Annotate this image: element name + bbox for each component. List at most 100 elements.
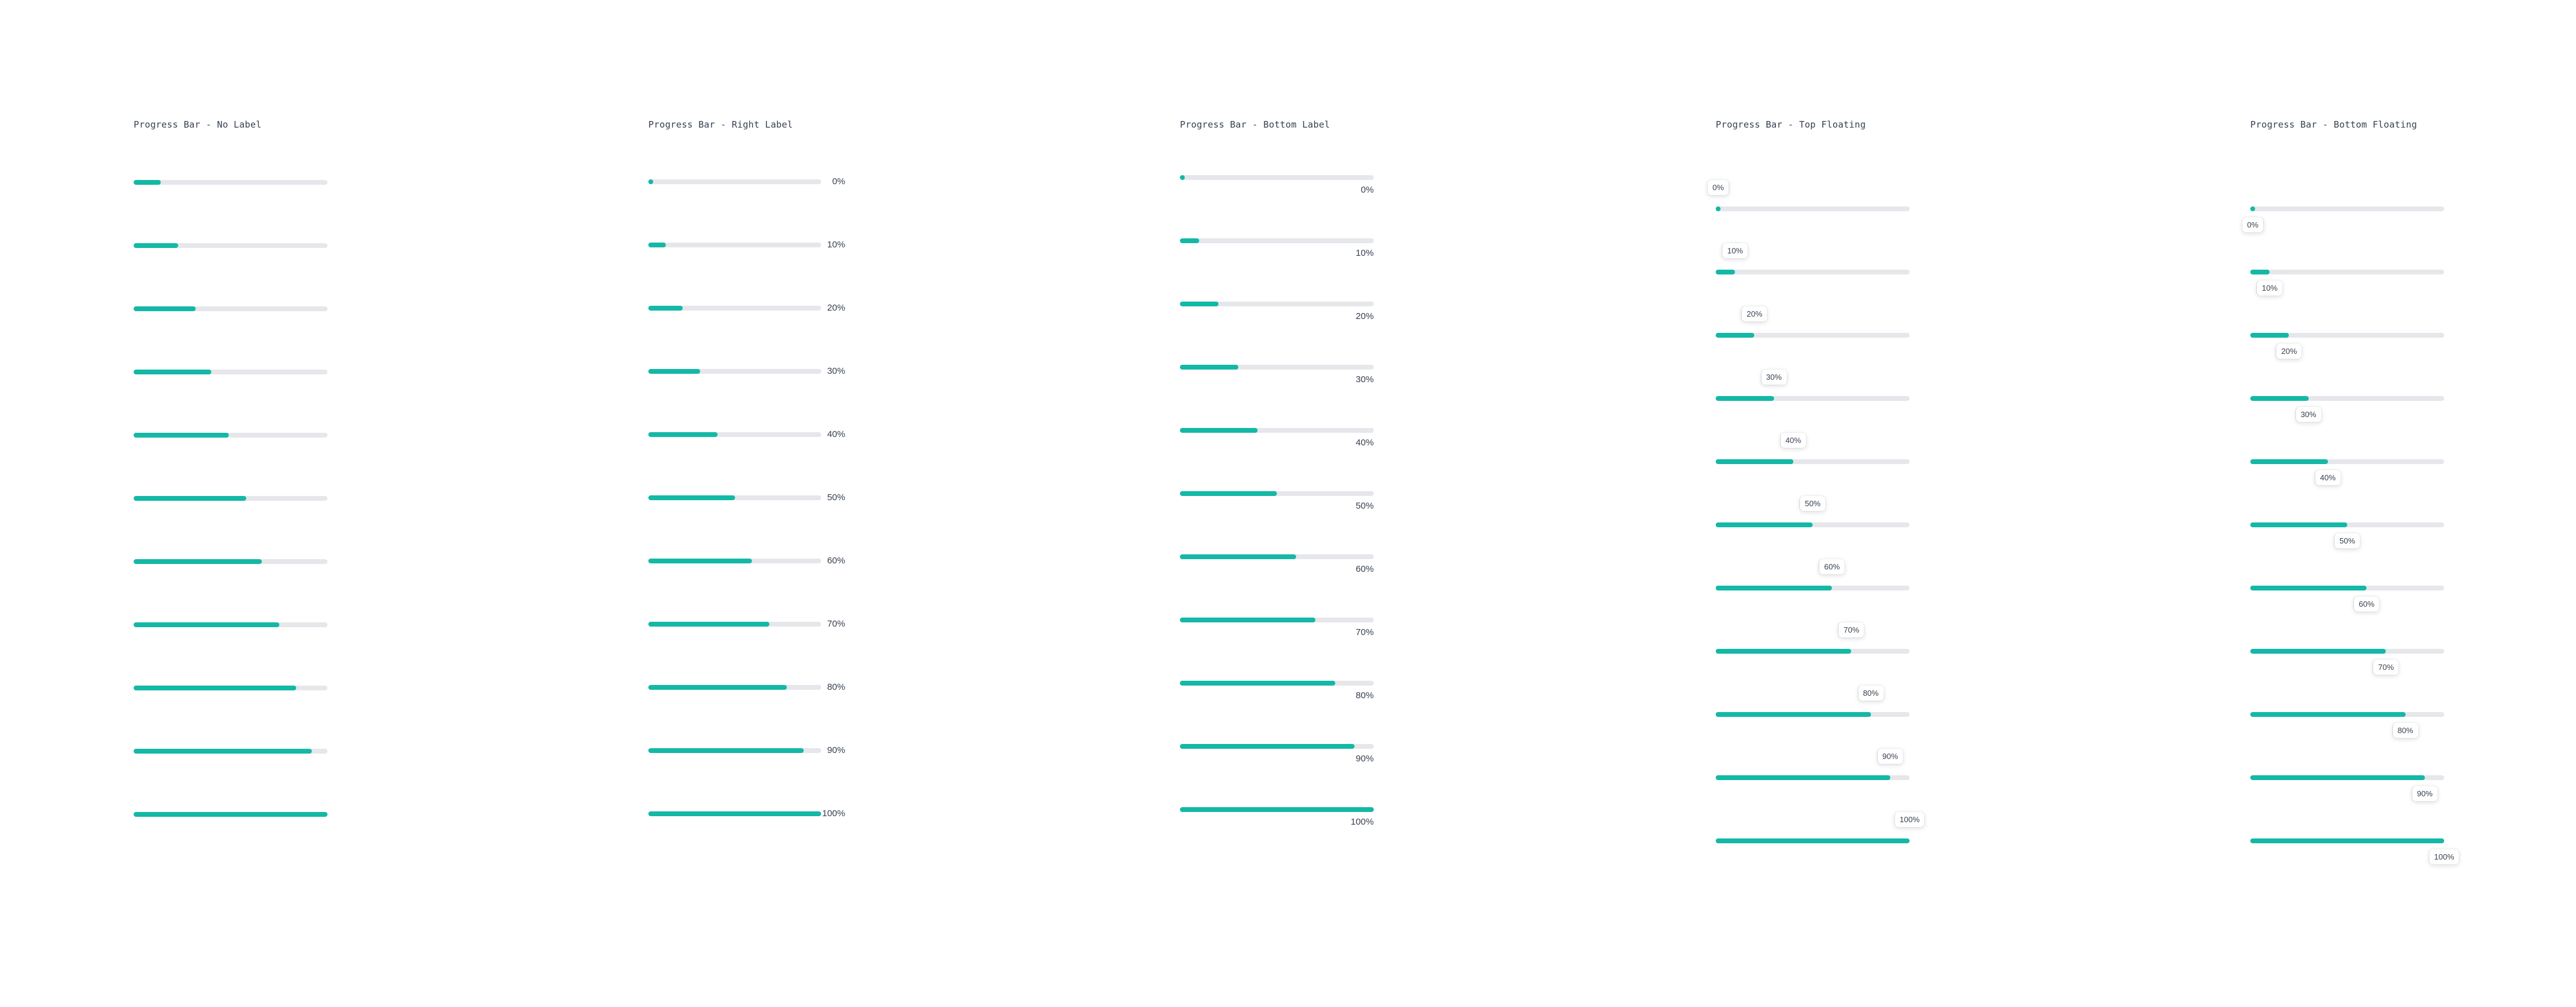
progress-track	[1180, 302, 1374, 306]
progress-track	[1180, 491, 1374, 496]
progress-fill	[1180, 238, 1200, 243]
progress-track	[134, 686, 327, 690]
progress-fill	[134, 306, 196, 311]
progress-label: 70%	[827, 619, 845, 629]
column-title: Progress Bar - Right Label	[648, 119, 793, 130]
progress-label: 30%	[1761, 370, 1787, 385]
progress-fill	[1180, 175, 1185, 180]
progress-track	[2250, 333, 2444, 338]
progress-fill	[134, 370, 211, 374]
progress-track	[2250, 459, 2444, 464]
progress-fill	[1716, 712, 1871, 717]
progress-track	[2250, 838, 2444, 843]
progress-track	[1716, 270, 1910, 274]
progress-fill	[648, 243, 666, 247]
progress-fill	[1716, 333, 1755, 338]
progress-label: 50%	[1355, 501, 1374, 511]
progress-track	[1716, 649, 1910, 654]
progress-track	[648, 369, 821, 374]
progress-fill	[1716, 775, 1890, 780]
progress-fill	[2250, 712, 2406, 717]
progress-fill	[2250, 206, 2255, 211]
progress-track	[1716, 712, 1910, 717]
progress-fill	[1180, 618, 1316, 622]
progress-label: 90%	[827, 745, 845, 755]
progress-track	[648, 622, 821, 627]
progress-fill	[1180, 807, 1374, 812]
progress-label: 80%	[1355, 690, 1374, 701]
progress-fill	[648, 559, 753, 563]
progress-fill	[1716, 396, 1774, 401]
progress-fill	[648, 811, 821, 816]
progress-label: 10%	[2257, 280, 2283, 296]
progress-fill	[648, 432, 718, 437]
progress-fill	[1180, 365, 1238, 370]
progress-label: 80%	[1858, 686, 1884, 701]
progress-fill	[648, 179, 653, 184]
progress-label: 10%	[1722, 243, 1748, 258]
progress-label: 90%	[1355, 754, 1374, 764]
progress-track	[1180, 238, 1374, 243]
progress-track	[2250, 206, 2444, 211]
progress-track	[2250, 522, 2444, 527]
progress-label: 50%	[1799, 496, 1826, 511]
progress-track	[648, 811, 821, 816]
progress-fill	[1180, 302, 1219, 306]
progress-track	[134, 496, 327, 501]
progress-fill	[134, 686, 297, 690]
progress-fill	[134, 496, 246, 501]
progress-label: 80%	[2392, 723, 2418, 738]
progress-track	[2250, 649, 2444, 654]
progress-label: 20%	[1742, 306, 1768, 321]
progress-track	[648, 495, 821, 500]
progress-track	[1180, 428, 1374, 433]
progress-label: 70%	[2373, 660, 2399, 675]
progress-fill	[134, 622, 279, 627]
progress-label: 100%	[2429, 849, 2459, 864]
progress-fill	[1716, 206, 1721, 211]
progress-track	[648, 306, 821, 311]
progress-fill	[1716, 522, 1813, 527]
column-title: Progress Bar - Bottom Label	[1180, 119, 1330, 130]
progress-track	[1716, 396, 1910, 401]
progress-label: 40%	[1355, 438, 1374, 448]
progress-fill	[134, 749, 312, 754]
progress-label: 70%	[1839, 622, 1864, 637]
progress-fill	[2250, 270, 2270, 274]
progress-fill	[1716, 838, 1910, 843]
progress-fill	[2250, 459, 2328, 464]
progress-label: 50%	[2334, 533, 2360, 548]
progress-fill	[648, 369, 701, 374]
progress-fill	[1716, 649, 1852, 654]
progress-label: 0%	[1707, 180, 1729, 195]
progress-track	[648, 432, 821, 437]
progress-track	[2250, 396, 2444, 401]
progress-fill	[134, 812, 327, 817]
progress-label: 20%	[2276, 344, 2302, 359]
progress-track	[1180, 807, 1374, 812]
progress-label: 10%	[1355, 248, 1374, 258]
progress-fill	[2250, 838, 2444, 843]
progress-label: 90%	[1877, 749, 1903, 764]
progress-fill	[1716, 586, 1833, 590]
progress-fill	[2250, 396, 2309, 401]
progress-track	[1180, 618, 1374, 622]
column-title: Progress Bar - Bottom Floating	[2250, 119, 2417, 130]
progress-track	[2250, 712, 2444, 717]
progress-fill	[1180, 681, 1335, 686]
progress-track	[648, 685, 821, 690]
progress-label: 70%	[1355, 627, 1374, 637]
progress-label: 90%	[2412, 786, 2438, 801]
progress-label: 30%	[1355, 374, 1374, 385]
progress-track	[134, 622, 327, 627]
progress-label: 60%	[827, 556, 845, 566]
progress-fill	[648, 495, 735, 500]
progress-track	[1180, 554, 1374, 559]
progress-track	[648, 748, 821, 753]
progress-track	[134, 433, 327, 438]
progress-fill	[2250, 586, 2367, 590]
progress-track	[134, 306, 327, 311]
progress-fill	[2250, 522, 2347, 527]
progress-track	[1180, 175, 1374, 180]
progress-label: 60%	[1819, 559, 1845, 574]
